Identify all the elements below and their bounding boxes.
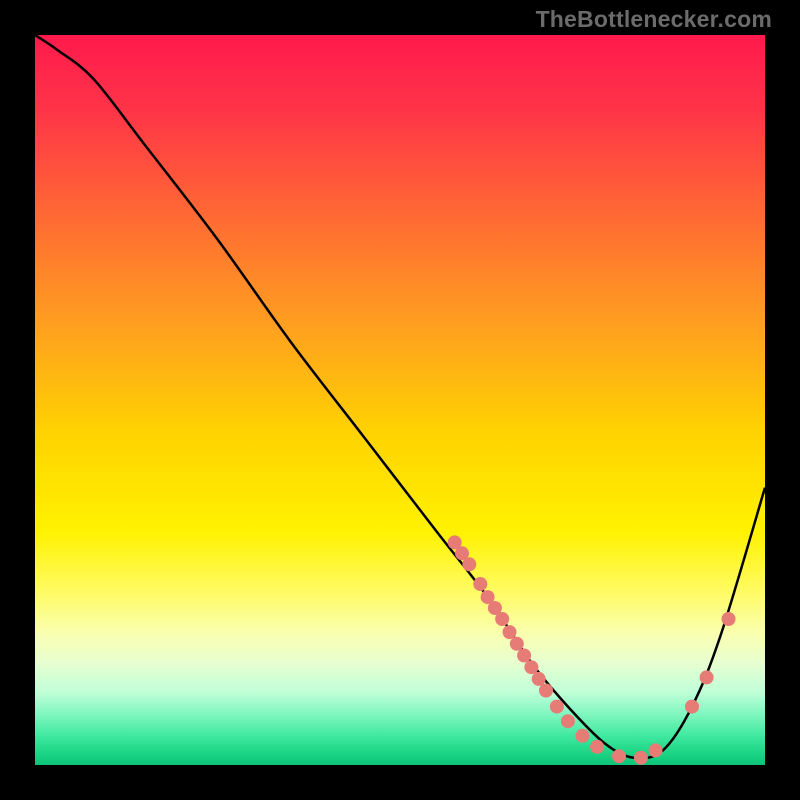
highlight-point xyxy=(550,700,564,714)
chart-svg xyxy=(35,35,765,765)
highlight-point xyxy=(510,637,524,651)
highlight-point xyxy=(524,660,538,674)
highlight-point xyxy=(700,670,714,684)
highlight-point xyxy=(462,557,476,571)
highlight-point xyxy=(473,577,487,591)
highlight-point xyxy=(517,649,531,663)
highlight-point xyxy=(539,684,553,698)
highlight-point xyxy=(590,740,604,754)
highlight-point xyxy=(634,751,648,765)
highlight-point xyxy=(576,729,590,743)
highlight-point xyxy=(685,700,699,714)
highlight-point xyxy=(503,625,517,639)
highlight-point xyxy=(722,612,736,626)
highlight-point xyxy=(532,672,546,686)
watermark-text: TheBottlenecker.com xyxy=(536,6,772,33)
highlight-point xyxy=(495,612,509,626)
highlight-point xyxy=(561,714,575,728)
highlight-point xyxy=(612,749,626,763)
chart-area xyxy=(35,35,765,765)
highlight-point xyxy=(649,743,663,757)
